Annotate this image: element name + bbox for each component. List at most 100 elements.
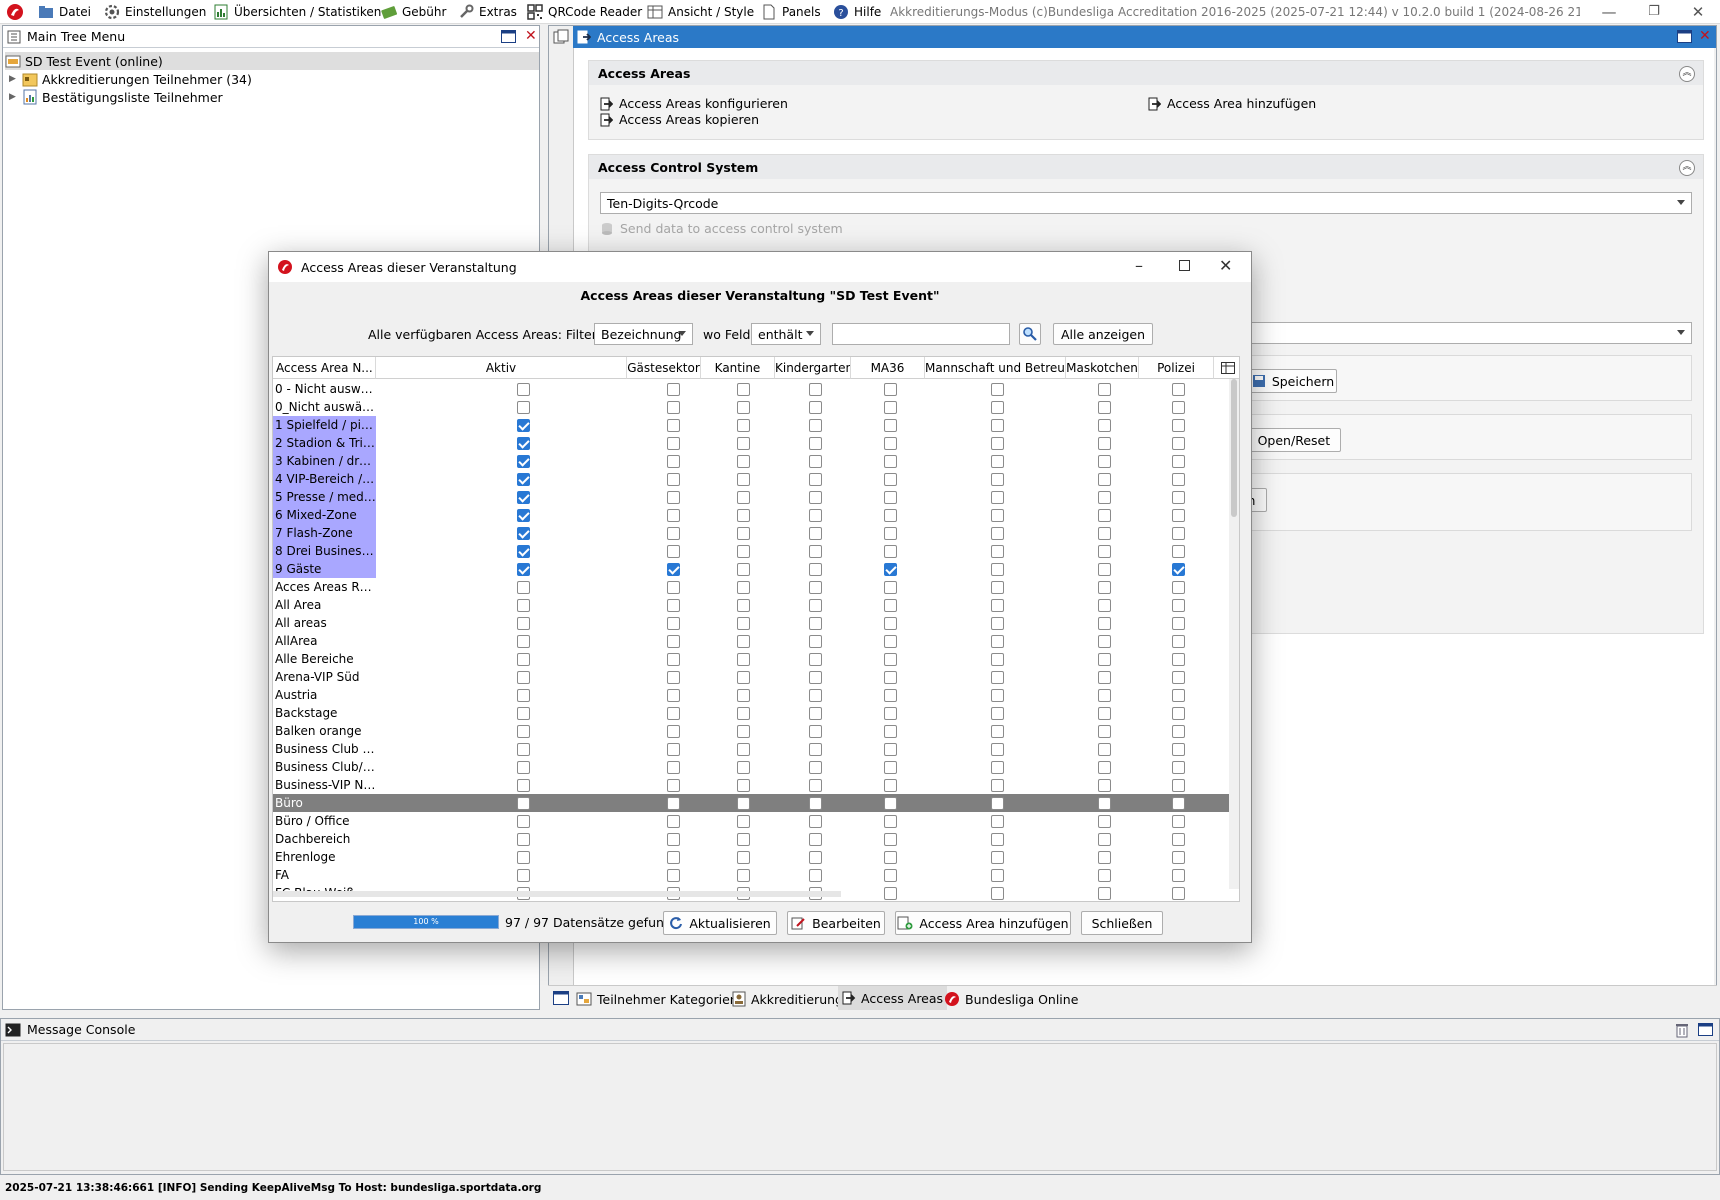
checkbox-kindergarten[interactable] xyxy=(809,509,822,522)
checkbox-maskotchen[interactable] xyxy=(1098,563,1111,576)
checkbox-maskotchen[interactable] xyxy=(1098,707,1111,720)
table-row[interactable]: All Area xyxy=(273,596,1239,614)
checkbox-maskotchen[interactable] xyxy=(1098,527,1111,540)
checkbox-gästesektor[interactable] xyxy=(667,689,680,702)
checkbox-aktiv[interactable] xyxy=(517,797,530,810)
table-row[interactable]: Dachbereich xyxy=(273,830,1239,848)
checkbox-kantine[interactable] xyxy=(737,761,750,774)
checkbox-ma36[interactable] xyxy=(884,869,897,882)
checkbox-polizei[interactable] xyxy=(1172,527,1185,540)
checkbox-aktiv[interactable] xyxy=(517,509,530,522)
menu-datei[interactable]: Datei xyxy=(38,3,91,21)
checkbox-aktiv[interactable] xyxy=(517,545,530,558)
checkbox-gästesektor[interactable] xyxy=(667,383,680,396)
checkbox-ma36[interactable] xyxy=(884,815,897,828)
checkbox-gästesektor[interactable] xyxy=(667,401,680,414)
trash-icon[interactable] xyxy=(1675,1022,1689,1038)
maximize-panel-icon[interactable] xyxy=(501,30,516,43)
checkbox-ma36[interactable] xyxy=(884,887,897,900)
checkbox-kindergarten[interactable] xyxy=(809,671,822,684)
checkbox-maskotchen[interactable] xyxy=(1098,653,1111,666)
checkbox-kindergarten[interactable] xyxy=(809,563,822,576)
checkbox-maskotchen[interactable] xyxy=(1098,815,1111,828)
menu-hilfe[interactable]: ? Hilfe xyxy=(833,3,881,21)
checkbox-polizei[interactable] xyxy=(1172,869,1185,882)
checkbox-polizei[interactable] xyxy=(1172,599,1185,612)
secondary-select[interactable] xyxy=(1189,322,1692,344)
table-row[interactable]: 1 Spielfeld / pitch xyxy=(273,416,1239,434)
checkbox-gästesektor[interactable] xyxy=(667,527,680,540)
checkbox-kantine[interactable] xyxy=(737,509,750,522)
checkbox-kantine[interactable] xyxy=(737,779,750,792)
checkbox-aktiv[interactable] xyxy=(517,617,530,630)
checkbox-mannschaft-und-betreuer[interactable] xyxy=(991,851,1004,864)
table-row[interactable]: Backstage xyxy=(273,704,1239,722)
checkbox-gästesektor[interactable] xyxy=(667,581,680,594)
close-icon[interactable]: ✕ xyxy=(1219,256,1232,275)
column-header-kindergarten[interactable]: Kindergarten xyxy=(775,357,851,379)
table-row[interactable]: AllArea xyxy=(273,632,1239,650)
checkbox-kantine[interactable] xyxy=(737,401,750,414)
checkbox-gästesektor[interactable] xyxy=(667,851,680,864)
checkbox-gästesektor[interactable] xyxy=(667,545,680,558)
table-row[interactable]: Business-VIP Nord xyxy=(273,776,1239,794)
panel-switch-icon[interactable] xyxy=(553,29,569,45)
checkbox-maskotchen[interactable] xyxy=(1098,725,1111,738)
column-header-gaestesektor[interactable]: Gästesektor xyxy=(627,357,701,379)
checkbox-polizei[interactable] xyxy=(1172,653,1185,666)
checkbox-ma36[interactable] xyxy=(884,491,897,504)
checkbox-aktiv[interactable] xyxy=(517,635,530,648)
checkbox-gästesektor[interactable] xyxy=(667,869,680,882)
checkbox-polizei[interactable] xyxy=(1172,401,1185,414)
menu-extras[interactable]: Extras xyxy=(458,3,517,21)
table-row[interactable]: 2 Stadion & Tribü... xyxy=(273,434,1239,452)
checkbox-polizei[interactable] xyxy=(1172,761,1185,774)
checkbox-kantine[interactable] xyxy=(737,725,750,738)
checkbox-mannschaft-und-betreuer[interactable] xyxy=(991,401,1004,414)
close-icon[interactable]: ✕ xyxy=(1684,2,1712,22)
checkbox-gästesektor[interactable] xyxy=(667,761,680,774)
app-logo-icon[interactable] xyxy=(6,3,24,21)
filter-field-select[interactable]: Bezeichnung xyxy=(594,323,693,345)
checkbox-maskotchen[interactable] xyxy=(1098,851,1111,864)
checkbox-ma36[interactable] xyxy=(884,635,897,648)
tree-root[interactable]: SD Test Event (online) xyxy=(5,52,539,70)
checkbox-gästesektor[interactable] xyxy=(667,599,680,612)
checkbox-polizei[interactable] xyxy=(1172,419,1185,432)
table-row[interactable]: Business Club / S... xyxy=(273,740,1239,758)
table-row[interactable]: Austria xyxy=(273,686,1239,704)
checkbox-polizei[interactable] xyxy=(1172,635,1185,648)
checkbox-maskotchen[interactable] xyxy=(1098,455,1111,468)
checkbox-maskotchen[interactable] xyxy=(1098,797,1111,810)
checkbox-maskotchen[interactable] xyxy=(1098,761,1111,774)
checkbox-aktiv[interactable] xyxy=(517,815,530,828)
tab-access-areas[interactable]: Access Areas xyxy=(838,986,948,1010)
checkbox-kindergarten[interactable] xyxy=(809,527,822,540)
checkbox-gästesektor[interactable] xyxy=(667,653,680,666)
table-row[interactable]: Business Club/Sp... xyxy=(273,758,1239,776)
checkbox-ma36[interactable] xyxy=(884,509,897,522)
menu-panels[interactable]: Panels xyxy=(761,3,821,21)
panel-layout-icon[interactable] xyxy=(553,991,569,1005)
checkbox-maskotchen[interactable] xyxy=(1098,689,1111,702)
checkbox-ma36[interactable] xyxy=(884,833,897,846)
checkbox-mannschaft-und-betreuer[interactable] xyxy=(991,671,1004,684)
checkbox-mannschaft-und-betreuer[interactable] xyxy=(991,383,1004,396)
tree-item-akkreditierungen[interactable]: ▶ Akkreditierungen Teilnehmer (34) xyxy=(9,70,252,88)
checkbox-mannschaft-und-betreuer[interactable] xyxy=(991,599,1004,612)
checkbox-polizei[interactable] xyxy=(1172,797,1185,810)
tree-item-bestaetigungsliste[interactable]: ▶ Bestätigungsliste Teilnehmer xyxy=(9,88,223,106)
expand-arrow-icon[interactable]: ▶ xyxy=(9,92,18,102)
checkbox-kindergarten[interactable] xyxy=(809,743,822,756)
column-header-aktiv[interactable]: Aktiv xyxy=(376,357,627,379)
checkbox-ma36[interactable] xyxy=(884,689,897,702)
checkbox-aktiv[interactable] xyxy=(517,401,530,414)
checkbox-aktiv[interactable] xyxy=(517,563,530,576)
checkbox-gästesektor[interactable] xyxy=(667,419,680,432)
configure-access-areas-link[interactable]: Access Areas konfigurieren xyxy=(600,96,788,111)
add-access-area-button[interactable]: Access Area hinzufügen xyxy=(895,911,1071,935)
table-row[interactable]: 0 - Nicht auswähl... xyxy=(273,380,1239,398)
checkbox-gästesektor[interactable] xyxy=(667,725,680,738)
menu-uebersichten[interactable]: Übersichten / Statistiken xyxy=(213,3,381,21)
scrollbar-thumb[interactable] xyxy=(1231,379,1237,517)
